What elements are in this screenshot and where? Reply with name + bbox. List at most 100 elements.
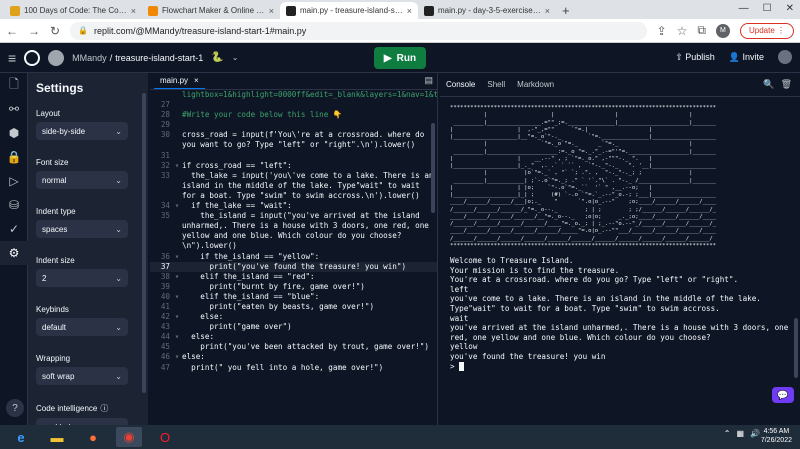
clock[interactable]: 4:56 AM 7/26/2022 xyxy=(761,427,792,445)
code-line[interactable]: 27 xyxy=(150,100,437,110)
firefox-icon[interactable]: ● xyxy=(80,427,106,447)
share-icon[interactable]: ⇪ xyxy=(657,24,667,38)
code-line[interactable]: 33 the_lake = input('you\'ve come to a l… xyxy=(150,171,437,201)
console-output[interactable]: ****************************************… xyxy=(450,105,790,372)
update-button[interactable]: Update ⋮ xyxy=(739,22,794,39)
volume-icon[interactable]: 🔊 xyxy=(750,429,760,438)
code-line[interactable]: 28 #Write your code below this line 👇 xyxy=(150,110,437,120)
fold-toggle-icon[interactable]: ▾ xyxy=(172,332,182,342)
extensions-icon[interactable]: ⧉ xyxy=(697,23,706,38)
fold-toggle-icon[interactable]: ▾ xyxy=(172,161,182,171)
fold-toggle-icon[interactable] xyxy=(172,363,182,373)
code-line[interactable]: 37 print("you've found the treasure! you… xyxy=(150,261,437,272)
search-icon[interactable]: 🔍 xyxy=(763,79,774,90)
fold-toggle-icon[interactable] xyxy=(172,100,182,110)
tray-up-icon[interactable]: ⌃ xyxy=(724,429,731,438)
fold-toggle-icon[interactable]: ▾ xyxy=(172,292,182,302)
replit-logo[interactable] xyxy=(24,49,41,66)
invite-button[interactable]: 👤 Invite xyxy=(729,52,764,63)
fold-toggle-icon[interactable]: ▾ xyxy=(172,201,182,211)
account-avatar[interactable] xyxy=(778,50,792,64)
code-line[interactable]: 46 ▾ else: xyxy=(150,352,437,362)
fold-toggle-icon[interactable] xyxy=(172,211,182,251)
user-avatar[interactable] xyxy=(48,49,65,66)
code-area[interactable]: lightbox=1&highlight=0000ff&edit=_blank&… xyxy=(150,90,437,425)
fold-toggle-icon[interactable] xyxy=(172,342,182,352)
fold-toggle-icon[interactable]: ▾ xyxy=(172,352,182,362)
code-line[interactable]: 35 the_island = input("you've arrived at… xyxy=(150,211,437,251)
chrome-icon[interactable]: ◉ xyxy=(116,427,142,447)
browser-tab[interactable]: main.py - treasure-island-start-1 × xyxy=(280,2,418,19)
fold-toggle-icon[interactable] xyxy=(172,302,182,312)
code-line[interactable]: 47 print(" you fell into a hole, game ov… xyxy=(150,363,437,373)
trash-icon[interactable]: 🗑 xyxy=(781,79,792,90)
network-icon[interactable]: ▦ xyxy=(736,429,744,438)
editor-tab-main-py[interactable]: main.py × xyxy=(154,73,205,89)
code-line[interactable]: 43 print("game over") xyxy=(150,322,437,332)
code-line[interactable]: 32 ▾ if cross_road == "left": xyxy=(150,161,437,171)
reload-icon[interactable]: ↻ xyxy=(50,24,60,38)
fold-toggle-icon[interactable] xyxy=(172,130,182,150)
code-line[interactable]: lightbox=1&highlight=0000ff&edit=_blank&… xyxy=(150,90,437,100)
code-line[interactable]: 39 print("burnt by fire, game over!") xyxy=(150,282,437,292)
maximize-icon[interactable]: ☐ xyxy=(763,3,772,14)
bookmark-star-icon[interactable]: ☆ xyxy=(677,24,688,38)
code-line[interactable]: 45 print("you've been attacked by trout,… xyxy=(150,342,437,352)
settings-gear-icon[interactable]: ⚙ xyxy=(0,241,28,265)
browser-tab[interactable]: main.py - day-3-5-exercise-2 - R × xyxy=(418,2,556,19)
setting-select[interactable]: default ⌄ xyxy=(36,318,128,336)
menu-icon[interactable]: ≡ xyxy=(8,50,16,66)
help-icon[interactable]: ? xyxy=(6,399,24,417)
fold-toggle-icon[interactable]: ▾ xyxy=(172,272,182,282)
minimize-icon[interactable]: — xyxy=(739,3,749,14)
setting-select[interactable]: 2 ⌄ xyxy=(36,269,128,287)
code-line[interactable]: 44 ▾ else: xyxy=(150,332,437,342)
console-tab-console[interactable]: Console xyxy=(446,80,475,89)
fold-toggle-icon[interactable] xyxy=(172,110,182,120)
forward-icon[interactable]: → xyxy=(28,24,40,38)
setting-select[interactable]: spaces ⌄ xyxy=(36,220,128,238)
secrets-lock-icon[interactable]: 🔒 xyxy=(0,145,28,169)
code-line[interactable]: 41 print("eaten by beasts, game over!") xyxy=(150,302,437,312)
chat-icon[interactable]: 💬 xyxy=(772,387,794,403)
browser-tab[interactable]: 100 Days of Code: The Complete × xyxy=(4,2,142,19)
fold-toggle-icon[interactable]: ▾ xyxy=(172,312,182,322)
close-tab-icon[interactable]: × xyxy=(269,6,274,16)
code-line[interactable]: 30 cross_road = input(f'You\'re at a cros… xyxy=(150,130,437,150)
code-line[interactable]: 29 xyxy=(150,120,437,130)
editor-scrollbar[interactable] xyxy=(431,123,435,213)
code-line[interactable]: 38 ▾ elif the_island == "red": xyxy=(150,272,437,282)
setting-select[interactable]: normal ⌄ xyxy=(36,171,128,189)
packages-icon[interactable]: ⬢ xyxy=(0,121,28,145)
publish-button[interactable]: ⇧ Publish xyxy=(675,52,715,63)
debugger-icon[interactable]: ▷ xyxy=(0,169,28,193)
opera-icon[interactable]: O xyxy=(152,427,178,447)
close-tab-icon[interactable]: × xyxy=(131,6,136,16)
internet-explorer-icon[interactable]: e xyxy=(8,427,34,447)
fold-toggle-icon[interactable]: ▾ xyxy=(172,252,182,262)
code-line[interactable]: 36 ▾ if the_island == "yellow": xyxy=(150,252,437,262)
breadcrumb-user[interactable]: MMandy xyxy=(72,53,107,63)
browser-tab[interactable]: Flowchart Maker & Online Diagr × xyxy=(142,2,280,19)
files-icon[interactable]: 🗋 xyxy=(0,73,28,97)
checkmark-icon[interactable]: ✓ xyxy=(0,217,28,241)
setting-select[interactable]: side-by-side ⌄ xyxy=(36,122,128,140)
chevron-down-icon[interactable]: ⌄ xyxy=(232,53,239,62)
share-nodes-icon[interactable]: ⚯ xyxy=(0,97,28,121)
profile-avatar[interactable]: M xyxy=(715,23,730,38)
fold-toggle-icon[interactable] xyxy=(172,90,182,100)
new-tab-icon[interactable]: + xyxy=(562,2,570,19)
fold-toggle-icon[interactable] xyxy=(172,322,182,332)
breadcrumb-project[interactable]: treasure-island-start-1 xyxy=(115,53,203,63)
close-tab-icon[interactable]: × xyxy=(545,6,550,16)
info-icon[interactable]: ⓘ xyxy=(100,403,108,414)
fold-toggle-icon[interactable] xyxy=(172,282,182,292)
close-window-icon[interactable]: ✕ xyxy=(786,3,794,14)
run-button[interactable]: ▶ Run xyxy=(374,47,426,69)
back-icon[interactable]: ← xyxy=(6,24,18,38)
setting-select[interactable]: enabled⌄ xyxy=(36,418,128,425)
editor-menu-icon[interactable]: ▤ xyxy=(424,75,433,86)
database-icon[interactable]: ⛁ xyxy=(0,193,28,217)
code-line[interactable]: 34 ▾ if the_lake == "wait": xyxy=(150,201,437,211)
fold-toggle-icon[interactable] xyxy=(172,151,182,161)
